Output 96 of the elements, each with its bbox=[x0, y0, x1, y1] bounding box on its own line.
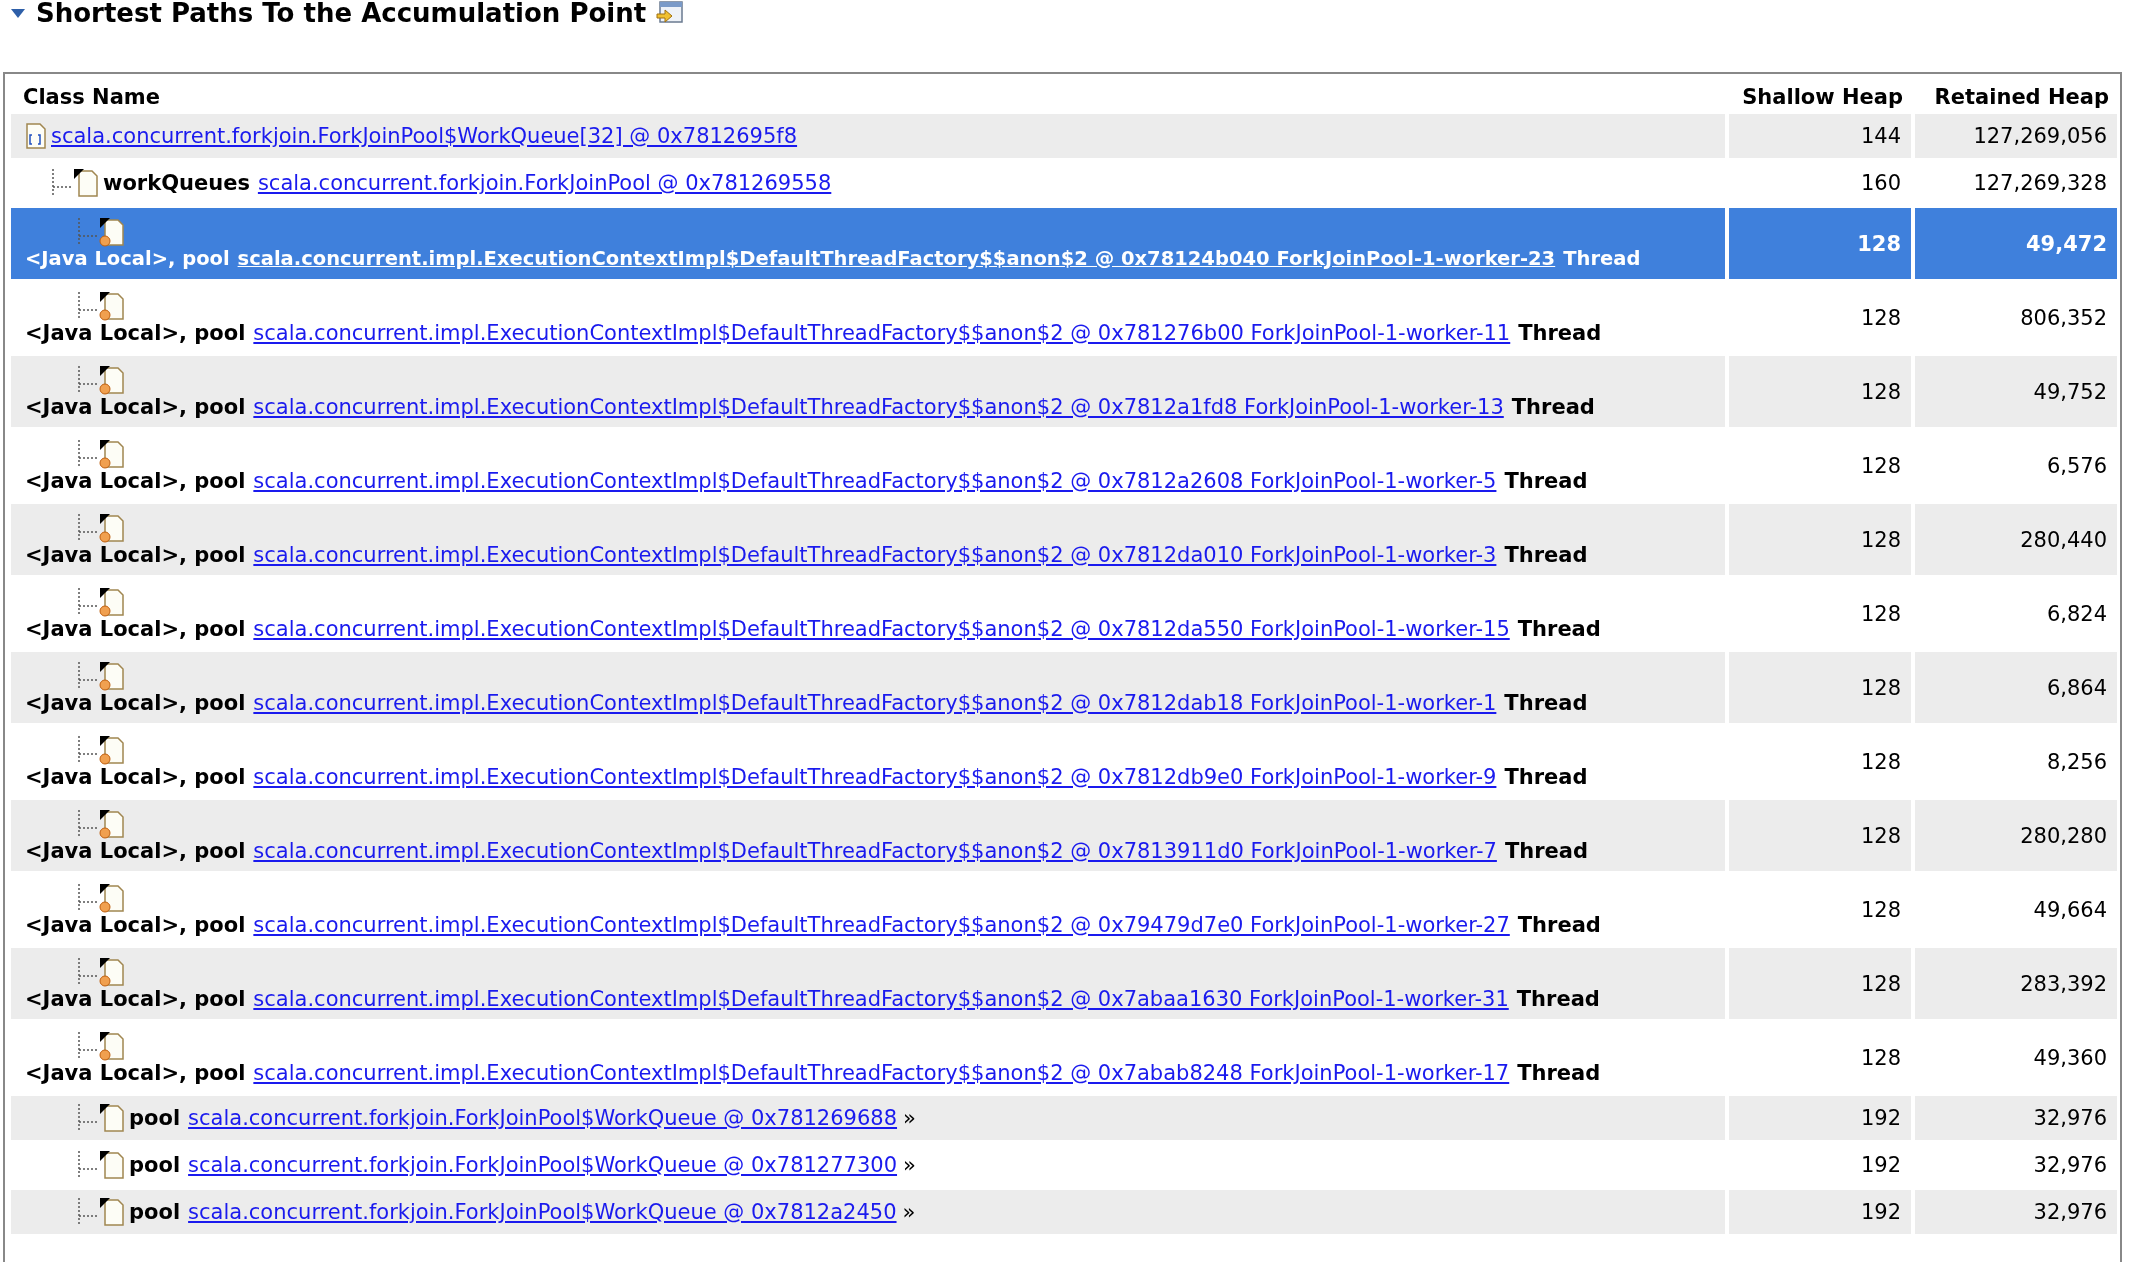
object-link[interactable]: scala.concurrent.impl.ExecutionContextImpl$DefaultThreadFactory$$anon$2 @ 0x781276b00 ForkJoinPool-1-worker-11 bbox=[253, 320, 1511, 345]
object-type: Thread bbox=[1504, 690, 1588, 715]
shallow-heap-value: 192 bbox=[1725, 1190, 1911, 1234]
gc-root-object-icon bbox=[99, 438, 125, 469]
section-title: Shortest Paths To the Accumulation Point bbox=[36, 0, 647, 28]
object-type: Thread bbox=[1517, 616, 1601, 641]
object-type: Thread bbox=[1517, 912, 1601, 937]
tree-line bbox=[77, 365, 99, 394]
object-link[interactable]: scala.concurrent.impl.ExecutionContextImpl$DefaultThreadFactory$$anon$2 @ 0x7812a1fd8 ForkJoinPool-1-worker-13 bbox=[253, 394, 1504, 419]
field-name: <Java Local>, pool bbox=[25, 764, 246, 789]
column-header[interactable]: Retained Heap bbox=[1922, 85, 2117, 109]
object-link[interactable]: scala.concurrent.impl.ExecutionContextImpl$DefaultThreadFactory$$anon$2 @ 0x7812dab18 ForkJoinPool-1-worker-1 bbox=[253, 690, 1497, 715]
column-header[interactable]: Shallow Heap bbox=[1730, 85, 1911, 109]
object-icon bbox=[99, 1197, 125, 1227]
array-icon bbox=[25, 122, 47, 150]
object-type: Thread bbox=[1511, 394, 1595, 419]
object-link[interactable]: scala.concurrent.forkjoin.ForkJoinPool @ 0x781269558 bbox=[257, 171, 832, 195]
object-icon bbox=[99, 1103, 125, 1133]
tree-line bbox=[77, 587, 99, 616]
field-name: workQueues bbox=[103, 171, 250, 195]
gc-root-object-icon bbox=[99, 956, 125, 987]
table-row[interactable]: <Java Local>, pool scala.concurrent.impl.ExecutionContextImpl$DefaultThreadFactory$$anon$2 @ 0x78124b040 ForkJoinPool-1-worker-23 Thread 128 49,472 bbox=[11, 208, 2117, 279]
object-type: Thread bbox=[1563, 247, 1641, 270]
field-name: pool bbox=[129, 1153, 181, 1177]
tree-line bbox=[77, 735, 99, 764]
object-icon bbox=[99, 1150, 125, 1180]
retained-heap-value: 32,976 bbox=[1911, 1190, 2117, 1234]
object-link[interactable]: scala.concurrent.forkjoin.ForkJoinPool$WorkQueue @ 0x781277300 bbox=[188, 1153, 898, 1177]
gc-root-object-icon bbox=[99, 364, 125, 395]
gc-root-object-icon bbox=[99, 1030, 125, 1061]
field-name: <Java Local>, pool bbox=[25, 468, 246, 493]
table-row[interactable]: pool scala.concurrent.forkjoin.ForkJoinPool$WorkQueue @ 0x7812a2450 » 192 32,976 bbox=[11, 1190, 2117, 1234]
object-link[interactable]: scala.concurrent.impl.ExecutionContextImpl$DefaultThreadFactory$$anon$2 @ 0x7812da010 ForkJoinPool-1-worker-3 bbox=[253, 542, 1497, 567]
tree-line bbox=[77, 218, 99, 246]
tree-line bbox=[77, 439, 99, 468]
field-name: <Java Local>, pool bbox=[25, 394, 246, 419]
tree-line bbox=[77, 957, 99, 986]
object-type: Thread bbox=[1504, 468, 1588, 493]
object-type: Thread bbox=[1517, 1060, 1601, 1085]
object-link[interactable]: scala.concurrent.impl.ExecutionContextImpl$DefaultThreadFactory$$anon$2 @ 0x7813911d0 ForkJoinPool-1-worker-7 bbox=[253, 838, 1497, 863]
object-link[interactable]: scala.concurrent.impl.ExecutionContextImpl$DefaultThreadFactory$$anon$2 @ 0x7812a2608 ForkJoinPool-1-worker-5 bbox=[253, 468, 1497, 493]
more-link[interactable]: » bbox=[902, 1200, 916, 1224]
more-link[interactable]: » bbox=[903, 1153, 916, 1177]
object-link[interactable]: scala.concurrent.forkjoin.ForkJoinPool$WorkQueue[32] @ 0x7812695f8 bbox=[51, 124, 798, 148]
field-name: <Java Local>, pool bbox=[25, 247, 230, 270]
gc-root-object-icon bbox=[99, 290, 125, 321]
tree-line bbox=[77, 883, 99, 912]
gc-root-object-icon bbox=[99, 586, 125, 617]
object-type: Thread bbox=[1516, 986, 1600, 1011]
field-name: <Java Local>, pool bbox=[25, 320, 246, 345]
field-name: pool bbox=[129, 1200, 181, 1224]
table-row[interactable]: pool scala.concurrent.forkjoin.ForkJoinPool$WorkQueue @ 0x781269688 » 192 32,976 bbox=[11, 1096, 2117, 1140]
tree-line bbox=[77, 1031, 99, 1060]
gc-root-object-icon bbox=[99, 217, 125, 247]
field-name: <Java Local>, pool bbox=[25, 838, 246, 863]
object-type: Thread bbox=[1504, 838, 1588, 863]
tree-line bbox=[77, 291, 99, 320]
object-icon bbox=[73, 168, 99, 198]
gc-root-object-icon bbox=[99, 660, 125, 691]
column-header[interactable]: Class Name bbox=[11, 85, 168, 109]
table-row[interactable]: scala.concurrent.forkjoin.ForkJoinPool$WorkQueue[32] @ 0x7812695f8 144 127,269,056 bbox=[11, 114, 2117, 158]
object-type: Thread bbox=[1504, 542, 1588, 567]
object-link[interactable]: scala.concurrent.impl.ExecutionContextImpl$DefaultThreadFactory$$anon$2 @ 0x78124b040 ForkJoinPool-1-worker-23 bbox=[237, 247, 1556, 270]
tree-line bbox=[77, 1198, 99, 1226]
object-link[interactable]: scala.concurrent.forkjoin.ForkJoinPool$WorkQueue @ 0x7812a2450 bbox=[188, 1200, 897, 1224]
gc-root-object-icon bbox=[99, 512, 125, 543]
gc-root-object-icon bbox=[99, 808, 125, 839]
tree-line bbox=[77, 809, 99, 838]
gc-root-object-icon bbox=[99, 882, 125, 913]
object-type: Thread bbox=[1504, 764, 1588, 789]
object-link[interactable]: scala.concurrent.impl.ExecutionContextImpl$DefaultThreadFactory$$anon$2 @ 0x7812db9e0 ForkJoinPool-1-worker-9 bbox=[253, 764, 1497, 789]
object-link[interactable]: scala.concurrent.impl.ExecutionContextImpl$DefaultThreadFactory$$anon$2 @ 0x79479d7e0 ForkJoinPool-1-worker-27 bbox=[253, 912, 1510, 937]
table-row[interactable]: <Java Local>, pool scala.concurrent.impl.ExecutionContextImpl$DefaultThreadFactory$$anon$2 @ 0x7812da010 ForkJoinPool-1-worker-3 Thread 128 280,440 bbox=[11, 504, 2117, 575]
object-link[interactable]: scala.concurrent.impl.ExecutionContextImpl$DefaultThreadFactory$$anon$2 @ 0x7812da550 ForkJoinPool-1-worker-15 bbox=[253, 616, 1510, 641]
table-row[interactable]: <Java Local>, pool scala.concurrent.impl.ExecutionContextImpl$DefaultThreadFactory$$anon$2 @ 0x7812dab18 ForkJoinPool-1-worker-1 Thread 128 6,864 bbox=[11, 652, 2117, 723]
field-name: pool bbox=[129, 1106, 181, 1130]
tree-line bbox=[77, 513, 99, 542]
object-link[interactable]: scala.concurrent.forkjoin.ForkJoinPool$WorkQueue @ 0x781269688 bbox=[188, 1106, 898, 1130]
field-name: <Java Local>, pool bbox=[25, 690, 246, 715]
object-type: Thread bbox=[1518, 320, 1602, 345]
field-name: <Java Local>, pool bbox=[25, 1060, 246, 1085]
table-row[interactable]: <Java Local>, pool scala.concurrent.impl.ExecutionContextImpl$DefaultThreadFactory$$anon$2 @ 0x7813911d0 ForkJoinPool-1-worker-7 Thread 128 280,280 bbox=[11, 800, 2117, 871]
gc-root-object-icon bbox=[99, 734, 125, 765]
table-row[interactable]: <Java Local>, pool scala.concurrent.impl.ExecutionContextImpl$DefaultThreadFactory$$anon$2 @ 0x7abaa1630 ForkJoinPool-1-worker-31 Thread 128 283,392 bbox=[11, 948, 2117, 1019]
table-row[interactable]: <Java Local>, pool scala.concurrent.impl.ExecutionContextImpl$DefaultThreadFactory$$anon$2 @ 0x7812a1fd8 ForkJoinPool-1-worker-13 Thread 128 49,752 bbox=[11, 356, 2117, 427]
field-name: <Java Local>, pool bbox=[25, 986, 246, 1011]
tree-line bbox=[77, 1151, 99, 1179]
field-name: <Java Local>, pool bbox=[25, 912, 246, 937]
field-name: <Java Local>, pool bbox=[25, 542, 246, 567]
object-link[interactable]: scala.concurrent.impl.ExecutionContextImpl$DefaultThreadFactory$$anon$2 @ 0x7abab8248 ForkJoinPool-1-worker-17 bbox=[253, 1060, 1510, 1085]
tree-line bbox=[51, 169, 73, 197]
field-name: <Java Local>, pool bbox=[25, 616, 246, 641]
object-link[interactable]: scala.concurrent.impl.ExecutionContextImpl$DefaultThreadFactory$$anon$2 @ 0x7abaa1630 ForkJoinPool-1-worker-31 bbox=[253, 986, 1509, 1011]
more-link[interactable]: » bbox=[903, 1106, 916, 1130]
tree-line bbox=[77, 661, 99, 690]
tree-line bbox=[77, 1104, 99, 1132]
